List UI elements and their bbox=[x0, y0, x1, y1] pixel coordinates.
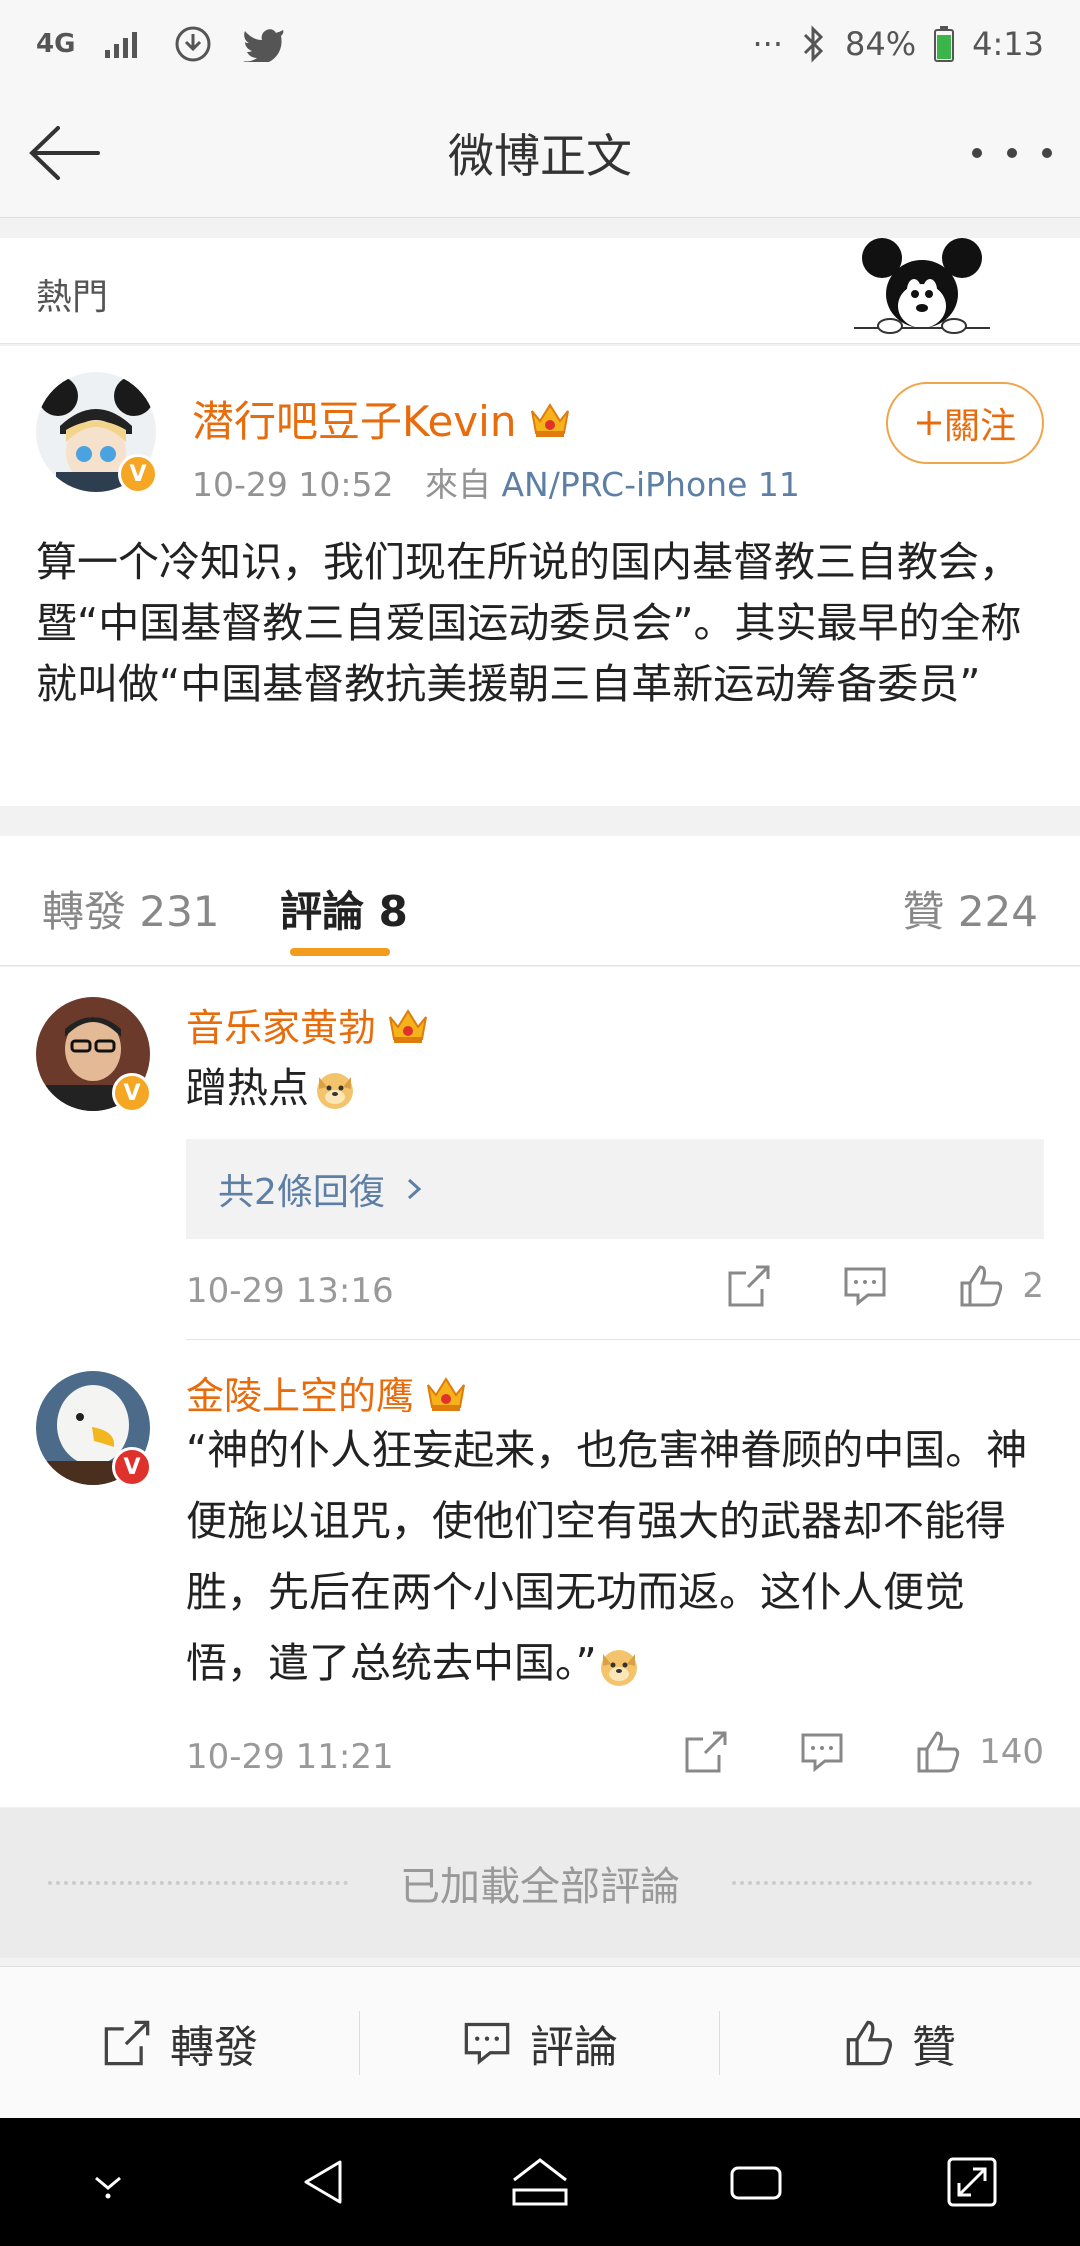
recent-apps-button[interactable] bbox=[726, 2152, 786, 2212]
doge-emoji-icon bbox=[317, 1072, 353, 1109]
post-avatar[interactable]: V bbox=[36, 372, 158, 494]
comment-avatar[interactable]: V bbox=[36, 1371, 152, 1487]
comment-button[interactable]: 評論 bbox=[360, 1967, 720, 2118]
hot-label: 熱門 bbox=[36, 277, 109, 318]
comment-actions: 140 bbox=[613, 1729, 1044, 1775]
active-tab-underline bbox=[290, 948, 390, 956]
comment-divider bbox=[186, 1339, 1080, 1340]
bluetooth-icon bbox=[803, 25, 824, 63]
vip-crown-icon bbox=[427, 1376, 465, 1411]
comment-author-name: 金陵上空的鹰 bbox=[186, 1374, 415, 1418]
back-triangle-icon bbox=[304, 2160, 342, 2204]
follow-label: 關注 bbox=[943, 406, 1016, 447]
post-time: 10-29 10:52 bbox=[192, 465, 394, 504]
post-body: 算一个冷知识，我们现在所说的国内基督教三自教会，暨“中国基督教三自爱国运动委员会… bbox=[36, 538, 1022, 708]
comment-like-count: 140 bbox=[979, 1732, 1044, 1772]
home-icon bbox=[512, 2158, 568, 2206]
comment-time: 10-29 13:16 bbox=[186, 1271, 394, 1311]
post-meta: 10-29 10:52 來自 AN/PRC-iPhone 11 bbox=[192, 458, 800, 506]
twitter-icon bbox=[243, 29, 284, 62]
more-status-indicator: ··· bbox=[752, 25, 784, 63]
battery-icon bbox=[934, 26, 955, 62]
back-button[interactable] bbox=[294, 2152, 354, 2212]
dotted-divider bbox=[48, 1881, 348, 1885]
hide-keyboard-button[interactable] bbox=[78, 2152, 138, 2212]
repost-label: 轉發 bbox=[170, 2021, 258, 2073]
vip-crown-icon bbox=[531, 402, 570, 437]
post-author[interactable]: 潜行吧豆子Kevin bbox=[192, 388, 572, 449]
like-label: 贊 bbox=[912, 2021, 956, 2073]
chevron-down-icon bbox=[95, 2176, 121, 2199]
comment-text: 蹭热点 bbox=[186, 1064, 309, 1112]
system-nav-bar bbox=[0, 2118, 1080, 2246]
post-author-name: 潜行吧豆子Kevin bbox=[192, 397, 517, 446]
comment-avatar[interactable]: V bbox=[36, 997, 152, 1113]
nav-bar: 微博正文 bbox=[0, 88, 1080, 218]
page-title: 微博正文 bbox=[448, 128, 632, 183]
tab-likes[interactable]: 贊 224 bbox=[902, 878, 1038, 939]
recents-icon bbox=[730, 2166, 782, 2200]
verified-badge: V bbox=[118, 454, 158, 494]
plus-icon bbox=[916, 411, 941, 435]
back-arrow-icon[interactable] bbox=[24, 118, 104, 188]
all-loaded-label: 已加載全部評論 bbox=[400, 1864, 680, 1910]
reply-comment-icon[interactable] bbox=[799, 1729, 845, 1775]
comment-text-row: 蹭热点 bbox=[186, 1053, 1046, 1124]
comment-text-block: “神的仆人狂妄起来，也危害神眷顾的中国。神便施以诅咒，使他们空有强大的武器却不能… bbox=[186, 1415, 1046, 1699]
repost-button[interactable]: 轉發 bbox=[0, 1967, 360, 2118]
more-dot-icon bbox=[1042, 148, 1052, 158]
more-dot-icon bbox=[1007, 148, 1017, 158]
like-icon bbox=[846, 2020, 892, 2065]
reply-comment-icon[interactable] bbox=[842, 1263, 888, 1309]
vip-crown-icon bbox=[389, 1008, 427, 1043]
comment-time: 10-29 11:21 bbox=[186, 1737, 394, 1777]
comment-list: V 音乐家黄勃 蹭热点 共2條回復 10-29 13:16 2 V 金陵上空的鹰… bbox=[0, 967, 1080, 1807]
comment-icon bbox=[464, 2022, 510, 2065]
chevron-right-icon bbox=[407, 1178, 422, 1200]
share-icon bbox=[104, 2020, 150, 2065]
comment-author[interactable]: 金陵上空的鹰 bbox=[186, 1365, 468, 1420]
verified-badge: V bbox=[112, 1073, 152, 1113]
post-source[interactable]: AN/PRC-iPhone 11 bbox=[501, 465, 799, 504]
home-button[interactable] bbox=[510, 2152, 570, 2212]
more-dot-icon bbox=[972, 148, 982, 158]
more-options-button[interactable] bbox=[972, 128, 1052, 178]
verified-badge: V bbox=[112, 1447, 152, 1487]
dotted-divider bbox=[732, 1881, 1032, 1885]
like-button[interactable]: 贊 bbox=[720, 1967, 1080, 2118]
reply-summary-button[interactable]: 共2條回復 bbox=[186, 1139, 1044, 1239]
reply-summary-label: 共2條回復 bbox=[218, 1172, 385, 1213]
comment-author[interactable]: 音乐家黄勃 bbox=[186, 997, 430, 1052]
clock: 4:13 bbox=[972, 25, 1044, 63]
expand-icon bbox=[947, 2157, 997, 2207]
follow-button[interactable]: 關注 bbox=[886, 382, 1044, 464]
tab-repost[interactable]: 轉發 231 bbox=[42, 878, 220, 939]
status-bar: 4G ··· 84% 4:13 bbox=[0, 0, 1080, 88]
share-icon[interactable] bbox=[683, 1729, 729, 1775]
all-comments-loaded-footer: 已加載全部評論 bbox=[0, 1808, 1080, 1958]
mickey-sticker-icon bbox=[854, 238, 990, 334]
tab-comments[interactable]: 評論 8 bbox=[280, 878, 408, 939]
network-indicator: 4G bbox=[36, 29, 76, 59]
weibo-post: V 潜行吧豆子Kevin 10-29 10:52 來自 AN/PRC-iPhon… bbox=[0, 346, 1080, 806]
comment-label: 評論 bbox=[530, 2021, 618, 2073]
fullscreen-button[interactable] bbox=[942, 2152, 1002, 2212]
comment-author-name: 音乐家黄勃 bbox=[186, 1006, 377, 1050]
doge-emoji-icon bbox=[600, 1650, 637, 1686]
comment-actions: 2 bbox=[656, 1263, 1044, 1309]
comment-like-count: 2 bbox=[1022, 1266, 1044, 1306]
bottom-action-bar: 轉發 評論 贊 bbox=[0, 1966, 1080, 2118]
like-icon[interactable] bbox=[915, 1729, 961, 1775]
battery-percent: 84% bbox=[845, 25, 917, 63]
post-from-label: 來自 bbox=[424, 465, 491, 504]
like-icon[interactable] bbox=[958, 1263, 1004, 1309]
signal-icon bbox=[105, 32, 138, 58]
post-tabs: 轉發 231 評論 8 贊 224 bbox=[0, 836, 1080, 966]
share-icon[interactable] bbox=[726, 1263, 772, 1309]
download-icon bbox=[175, 26, 211, 62]
